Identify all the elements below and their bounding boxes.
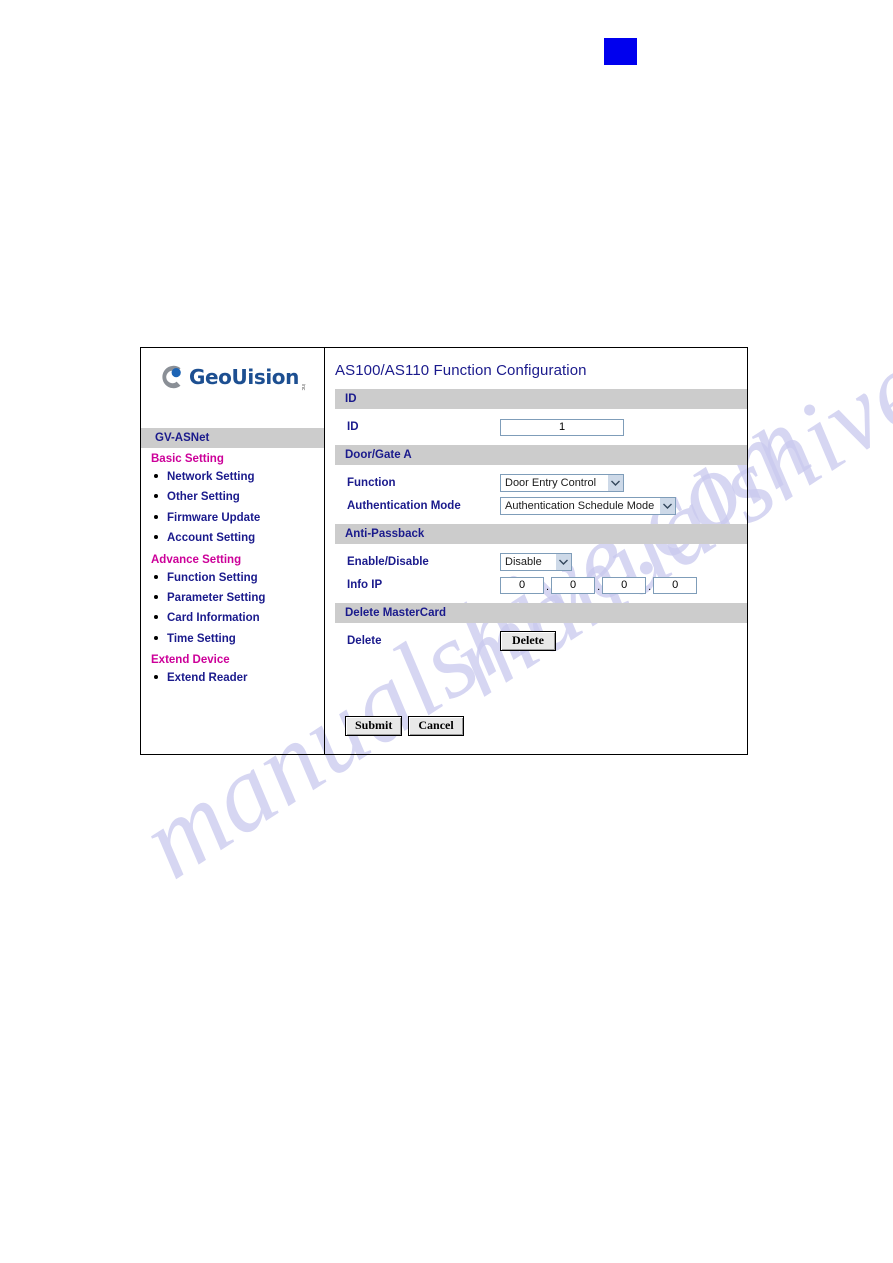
sidebar-device-header[interactable]: GV-ASNet <box>141 428 324 448</box>
brand-wordmark: GeoUision <box>189 365 299 389</box>
info-ip-octet-1[interactable] <box>500 576 544 594</box>
section-header-delete-mastercard: Delete MasterCard <box>335 603 747 623</box>
page-title: AS100/AS110 Function Configuration <box>335 362 587 379</box>
sidebar-item-label: Extend Reader <box>167 672 248 684</box>
delete-mastercard-button[interactable]: Delete <box>500 631 556 651</box>
bullet-icon <box>154 535 158 540</box>
field-control-authentication-mode: Authentication Schedule Mode <box>500 497 676 515</box>
sidebar-item-label: Network Setting <box>167 471 255 483</box>
function-select-value: Door Entry Control <box>505 477 597 489</box>
field-label-id: ID <box>347 421 359 433</box>
ip-separator: . <box>648 580 652 593</box>
sidebar-item-parameter-setting[interactable]: Parameter Setting <box>154 588 324 608</box>
bullet-icon <box>154 615 158 620</box>
blue-square-marker <box>604 38 637 65</box>
info-ip-octet-2[interactable] <box>551 576 596 594</box>
submit-button[interactable]: Submit <box>345 716 403 736</box>
field-row-enable-disable: Enable/Disable Disable <box>335 551 747 573</box>
nav-group-extend-device: Extend Device <box>151 654 230 666</box>
sidebar-item-label: Parameter Setting <box>167 591 266 604</box>
ip-separator: . <box>597 580 601 593</box>
field-row-delete: Delete Delete <box>335 630 747 652</box>
nav-list-extend-device: Extend Reader <box>141 668 324 688</box>
brand-inc-suffix: inc <box>299 383 306 390</box>
field-control-delete: Delete <box>500 631 556 651</box>
id-input[interactable] <box>500 418 624 436</box>
field-control-id <box>500 418 624 436</box>
nav-group-basic-setting: Basic Setting <box>151 453 224 465</box>
nav-group-advance-setting: Advance Setting <box>151 553 242 566</box>
chevron-down-icon <box>555 554 571 570</box>
bullet-icon <box>154 594 158 599</box>
sidebar-item-network-setting[interactable]: Network Setting <box>154 467 324 487</box>
section-body-id: ID <box>335 409 747 445</box>
bullet-icon <box>154 494 158 499</box>
sidebar-item-other-setting[interactable]: Other Setting <box>154 487 324 507</box>
field-row-info-ip: Info IP . . . <box>335 574 747 596</box>
configuration-panel: GeoUision inc GV-ASNet Basic Setting Net… <box>140 347 748 755</box>
sidebar: GeoUision inc GV-ASNet Basic Setting Net… <box>141 348 325 754</box>
field-label-enable-disable: Enable/Disable <box>347 556 429 568</box>
function-select[interactable]: Door Entry Control <box>500 474 624 492</box>
field-row-authentication-mode: Authentication Mode Authentication Sched… <box>335 495 747 517</box>
field-control-function: Door Entry Control <box>500 474 624 492</box>
section-body-door-gate-a: Function Door Entry Control Authenticati… <box>335 465 747 524</box>
authentication-mode-select[interactable]: Authentication Schedule Mode <box>500 497 676 515</box>
sidebar-item-label: Firmware Update <box>167 511 261 524</box>
content-area: AS100/AS110 Function Configuration ID ID… <box>325 348 747 754</box>
bullet-icon <box>154 635 158 640</box>
brand-logo: GeoUision inc <box>141 348 324 420</box>
field-label-info-ip: Info IP <box>347 579 383 591</box>
bullet-icon <box>154 574 158 579</box>
sidebar-item-firmware-update[interactable]: Firmware Update <box>154 508 324 528</box>
section-header-anti-passback: Anti-Passback <box>335 524 747 544</box>
geovision-logo-icon <box>155 362 185 392</box>
nav-list-basic-setting: Network Setting Other Setting Firmware U… <box>141 467 324 549</box>
nav-list-advance-setting: Function Setting Parameter Setting Card … <box>141 568 324 650</box>
sidebar-item-label: Card Information <box>167 612 260 625</box>
field-control-info-ip: . . . <box>500 576 698 594</box>
sidebar-item-function-setting[interactable]: Function Setting <box>154 568 324 588</box>
bullet-icon <box>154 514 158 519</box>
sidebar-item-label: Time Setting <box>167 632 236 645</box>
info-ip-octet-3[interactable] <box>602 576 647 594</box>
section-body-anti-passback: Enable/Disable Disable Info IP . . <box>335 544 747 603</box>
sidebar-item-label: Account Setting <box>167 532 256 545</box>
chevron-down-icon <box>607 475 623 491</box>
field-label-authentication-mode: Authentication Mode <box>347 500 461 512</box>
field-row-id: ID <box>335 416 747 438</box>
sidebar-item-label: Other Setting <box>167 491 240 504</box>
field-row-function: Function Door Entry Control <box>335 472 747 494</box>
section-body-delete-mastercard: Delete Delete <box>335 623 747 659</box>
ip-separator: . <box>546 580 550 593</box>
field-label-delete: Delete <box>347 635 382 647</box>
section-header-door-gate-a: Door/Gate A <box>335 445 747 465</box>
info-ip-octet-4[interactable] <box>653 576 698 594</box>
sidebar-item-account-setting[interactable]: Account Setting <box>154 528 324 548</box>
sidebar-item-card-information[interactable]: Card Information <box>154 608 324 628</box>
anti-passback-enable-value: Disable <box>505 556 542 568</box>
field-control-enable-disable: Disable <box>500 553 572 571</box>
field-label-function: Function <box>347 477 396 489</box>
sidebar-item-extend-reader[interactable]: Extend Reader <box>154 668 324 688</box>
authentication-mode-select-value: Authentication Schedule Mode <box>505 500 655 512</box>
bullet-icon <box>154 675 158 679</box>
sidebar-item-label: Function Setting <box>167 571 258 584</box>
sidebar-item-time-setting[interactable]: Time Setting <box>154 629 324 649</box>
anti-passback-enable-select[interactable]: Disable <box>500 553 572 571</box>
form-action-bar: Submit Cancel <box>345 716 464 736</box>
cancel-button[interactable]: Cancel <box>408 716 464 736</box>
bullet-icon <box>154 474 158 478</box>
chevron-down-icon <box>659 498 675 514</box>
section-header-id: ID <box>335 389 747 409</box>
